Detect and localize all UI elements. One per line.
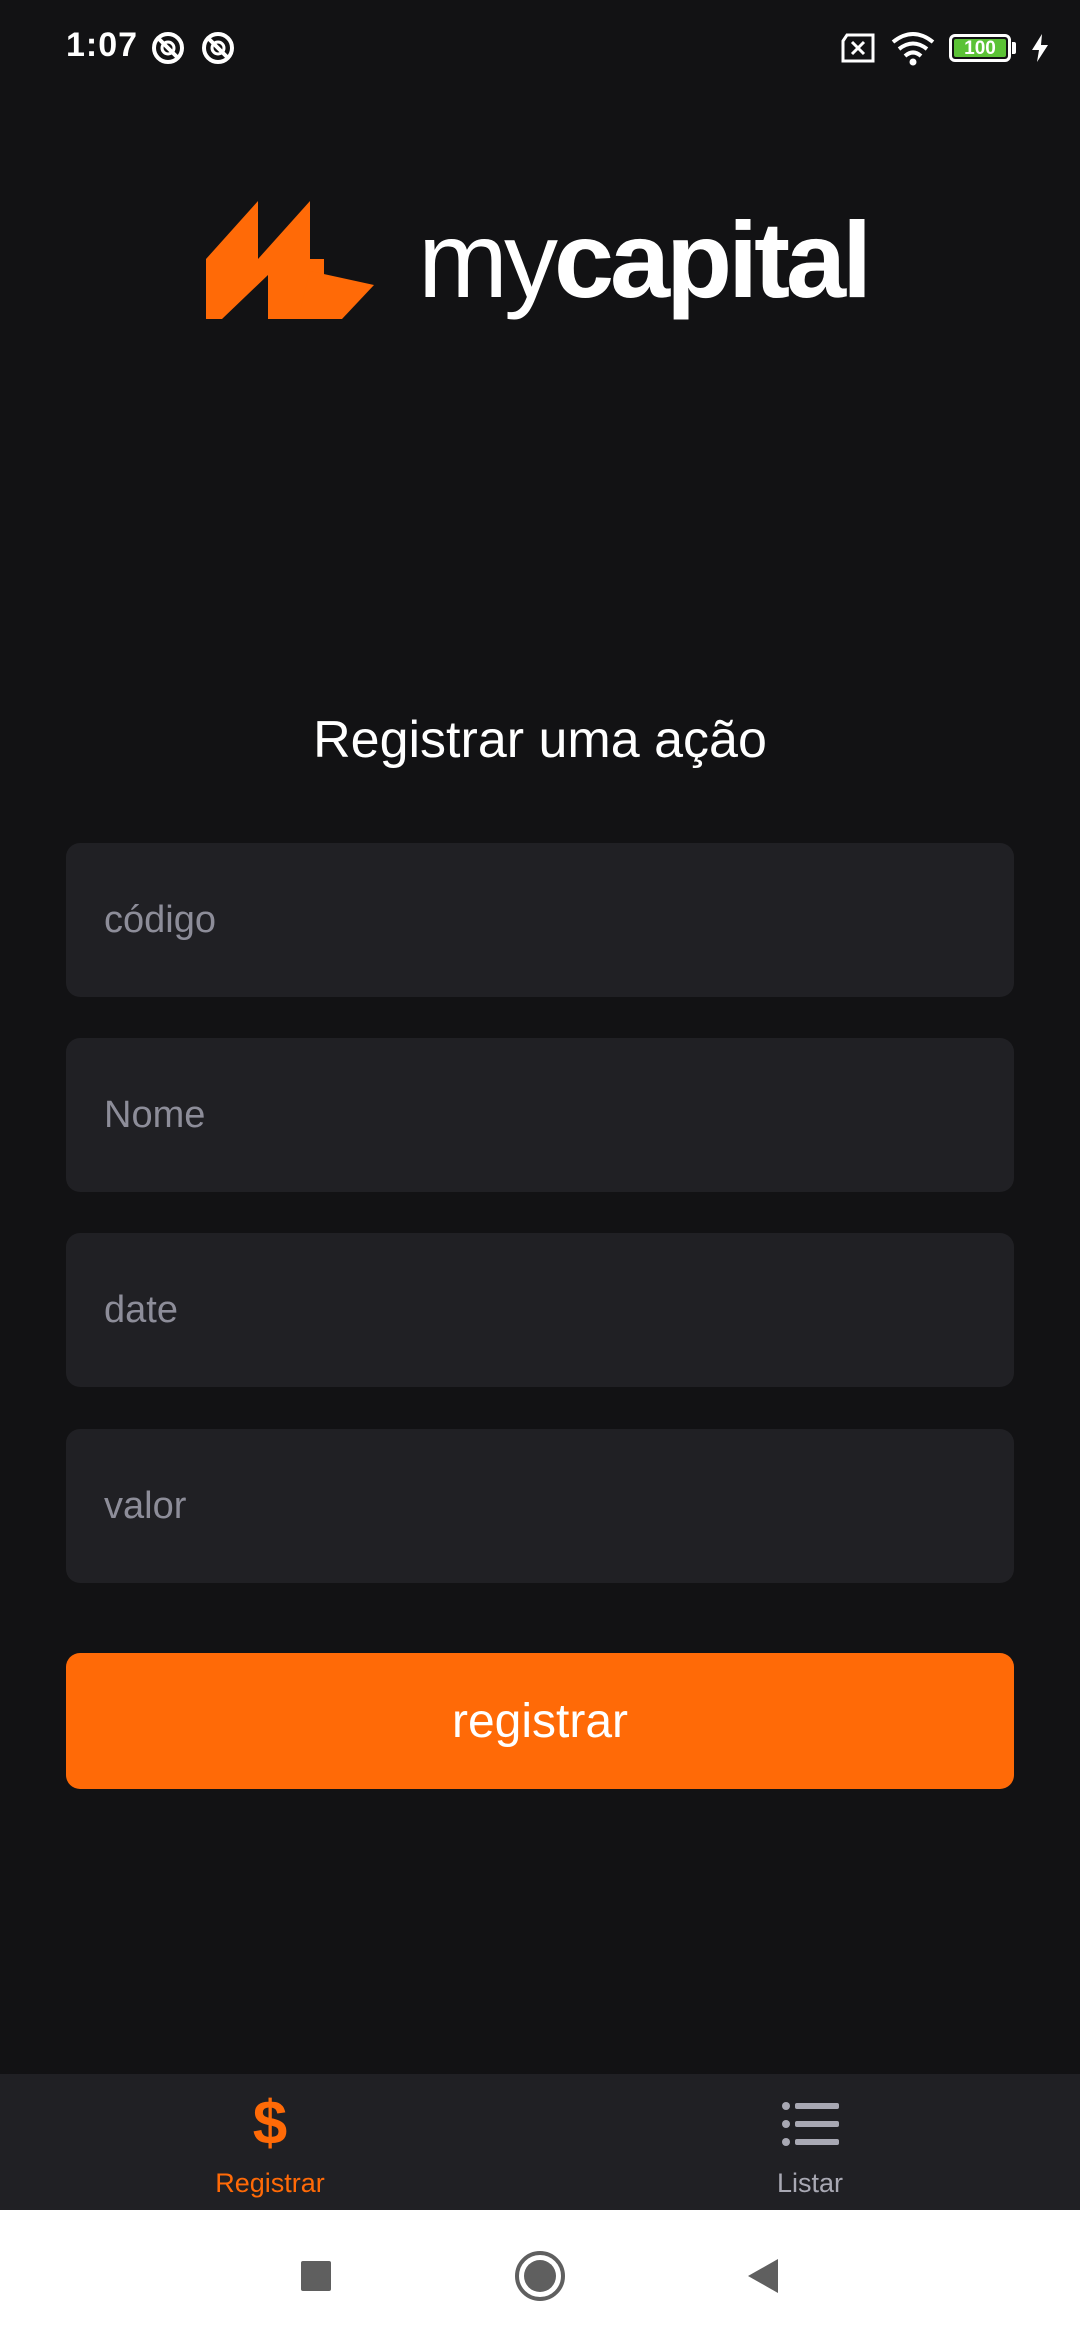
wifi-icon [891,32,935,66]
recents-icon [301,2261,331,2291]
brand-name-bold: capital [553,199,872,320]
status-bar: 1:07 100 [0,0,1080,96]
tab-listar[interactable]: Listar [540,2074,1080,2210]
list-icon [780,2094,840,2154]
tab-registrar-label: Registrar [215,2168,325,2198]
tab-listar-label: Listar [776,2168,844,2198]
registrar-button[interactable]: registrar [66,1653,1014,1789]
sim-error-icon [841,33,875,63]
nome-field[interactable] [66,1038,1014,1192]
status-time: 1:07 [66,26,139,64]
valor-input[interactable] [104,1429,976,1583]
home-icon [515,2251,565,2301]
system-nav-bar [0,2210,1080,2340]
bottom-tab-bar: $ Registrar Listar [0,2074,1080,2210]
back-button[interactable] [732,2246,792,2306]
mycapital-logo-mark [206,201,374,319]
tab-registrar[interactable]: $ Registrar [0,2074,540,2210]
status-right-group: 100 [839,28,1050,68]
date-input[interactable] [104,1233,976,1387]
notification-blocked-icon [202,32,234,64]
battery-icon: 100 [949,34,1011,62]
brand-name-light: my [418,199,558,320]
codigo-input[interactable] [104,843,976,997]
battery-indicator: 100 [949,34,1016,62]
valor-field[interactable] [66,1429,1014,1583]
brand-logo: my capital [206,199,872,320]
dollar-icon: $ [252,2089,288,2158]
back-icon [748,2259,778,2293]
brand-wordmark: my capital [418,199,872,320]
notification-blocked-icon [152,32,184,64]
recents-button[interactable] [286,2246,346,2306]
charging-icon [1032,34,1048,62]
battery-level: 100 [964,37,996,59]
home-button[interactable] [510,2246,570,2306]
page-title: Registrar uma ação [313,711,767,769]
date-field[interactable] [66,1233,1014,1387]
battery-cap [1012,42,1016,54]
codigo-field[interactable] [66,843,1014,997]
app-screen: 1:07 100 my capital Registrar uma ação c… [0,0,1080,2340]
nome-input[interactable] [104,1038,976,1192]
